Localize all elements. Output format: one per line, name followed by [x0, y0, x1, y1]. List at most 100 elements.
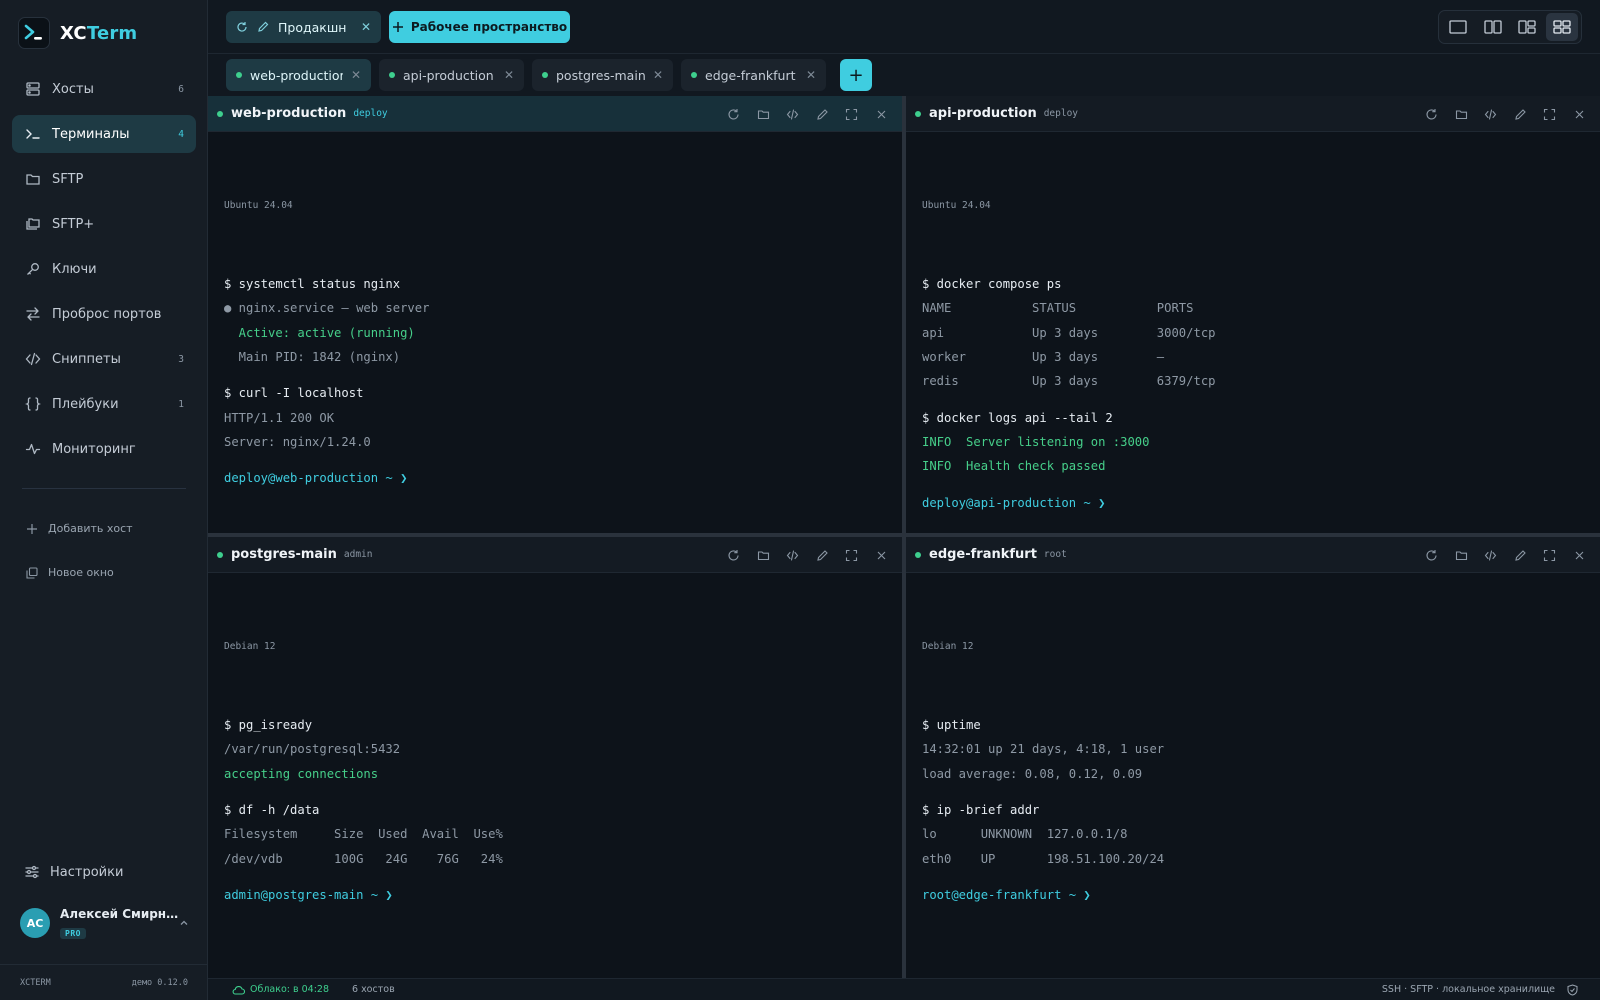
maximize-icon[interactable] — [1535, 100, 1565, 128]
output-line: INFO Server listening on :3000 — [922, 434, 1150, 449]
reconnect-icon[interactable] — [719, 100, 749, 128]
sidebar-item-label: Ключи — [52, 261, 97, 277]
close-icon[interactable] — [867, 541, 897, 569]
edit-icon[interactable] — [257, 21, 269, 33]
sidebar-item-terminals[interactable]: Терминалы 4 — [12, 115, 196, 153]
maximize-icon[interactable] — [837, 100, 867, 128]
close-icon[interactable]: ✕ — [351, 68, 361, 82]
plan-badge: PRO — [60, 927, 86, 939]
sidebar-item-playbooks[interactable]: Плейбуки 1 — [12, 385, 196, 423]
refresh-icon[interactable] — [236, 21, 248, 33]
code-icon[interactable] — [1476, 100, 1506, 128]
reconnect-icon[interactable] — [1417, 541, 1447, 569]
code-icon[interactable] — [1476, 541, 1506, 569]
pane-user: root — [1043, 549, 1067, 560]
output-line: 14:32:01 up 21 days, 4:18, 1 user — [922, 742, 1165, 757]
edit-icon[interactable] — [808, 541, 838, 569]
cloud-icon — [232, 985, 245, 995]
output-line: Server: nginx/1.24.0 — [224, 434, 371, 449]
sidebar-item-monitoring[interactable]: Мониторинг — [12, 430, 196, 468]
command-line: $ ip -brief addr — [922, 803, 1040, 818]
terminal-output[interactable]: Ubuntu 24.04 $ docker compose ps NAME STA… — [922, 144, 1590, 533]
app-logo: XCTerm — [18, 17, 137, 49]
code-icon[interactable] — [778, 541, 808, 569]
sidebar-item-snippets[interactable]: Сниппеты 3 — [12, 340, 196, 378]
key-icon — [24, 260, 42, 278]
layout-grid-icon — [1553, 20, 1571, 34]
pane-user: deploy — [353, 108, 388, 119]
app-name: XCTerm — [60, 22, 138, 44]
folder-icon[interactable] — [749, 100, 779, 128]
sidebar-item-label: Плейбуки — [52, 396, 119, 412]
close-icon[interactable] — [867, 100, 897, 128]
terminal-pane-api-production[interactable]: api-production deploy Ubuntu 24.04 $ doc… — [906, 96, 1600, 533]
close-icon[interactable] — [1565, 541, 1595, 569]
chevron-up-icon[interactable] — [178, 917, 192, 929]
reconnect-icon[interactable] — [1417, 100, 1447, 128]
new-tab-button[interactable]: + — [840, 59, 872, 91]
folder-icon — [24, 170, 42, 188]
layout-three-button[interactable] — [1511, 13, 1544, 41]
settings-button[interactable]: Настройки — [12, 854, 196, 890]
command-line: $ curl -I localhost — [224, 386, 364, 401]
tab-postgres-main[interactable]: postgres-main ✕ — [532, 59, 673, 91]
sidebar-item-label: Хосты — [52, 81, 94, 97]
code-icon[interactable] — [778, 100, 808, 128]
add-host-button[interactable]: Добавить хост — [26, 522, 133, 535]
add-workspace-button[interactable]: Рабочее пространство — [389, 11, 570, 43]
close-icon[interactable] — [1565, 100, 1595, 128]
folder-icon[interactable] — [749, 541, 779, 569]
terminal-output[interactable]: Ubuntu 24.04 $ systemctl status nginx ● n… — [224, 144, 892, 533]
arrows-icon — [24, 305, 42, 323]
output-line: redis Up 3 days 6379/tcp — [922, 374, 1216, 389]
sidebar: XCTerm Хосты 6 Терминалы 4 SFTP SFTP+ Кл… — [0, 0, 208, 1000]
sidebar-item-port-forwarding[interactable]: Проброс портов — [12, 295, 196, 333]
terminal-pane-postgres-main[interactable]: postgres-main admin Debian 12 $ pg_isrea… — [208, 537, 902, 978]
close-icon[interactable]: ✕ — [806, 68, 816, 82]
terminal-pane-web-production[interactable]: web-production deploy Ubuntu 24.04 $ sys… — [208, 96, 902, 533]
maximize-icon[interactable] — [1535, 541, 1565, 569]
edit-icon[interactable] — [808, 100, 838, 128]
shield-check-icon — [1567, 983, 1578, 996]
pane-user: deploy — [1043, 108, 1079, 119]
layout-columns-button[interactable] — [1477, 13, 1510, 41]
close-icon[interactable]: ✕ — [653, 68, 663, 82]
cloud-sync-status[interactable]: Облако: в 04:28 — [232, 984, 329, 995]
os-label: Debian 12 — [224, 640, 276, 652]
sidebar-item-keys[interactable]: Ключи — [12, 250, 196, 288]
tab-web-production[interactable]: web-production ✕ — [226, 59, 371, 91]
folder-icon[interactable] — [1447, 100, 1477, 128]
status-dot — [217, 551, 223, 558]
folder-icon[interactable] — [1447, 541, 1477, 569]
sidebar-item-sftp-plus[interactable]: SFTP+ — [12, 205, 196, 243]
sidebar-item-label: Сниппеты — [52, 351, 121, 367]
workspace-name: Продакшн — [278, 19, 347, 35]
workspace-tab[interactable]: Продакшн ✕ — [226, 11, 381, 43]
edit-icon[interactable] — [1506, 100, 1536, 128]
close-icon[interactable]: ✕ — [504, 68, 514, 82]
user-profile[interactable]: АС Алексей Смирн… PRO — [20, 906, 192, 940]
tab-api-production[interactable]: api-production ✕ — [379, 59, 524, 91]
layout-grid-button[interactable] — [1545, 13, 1578, 41]
terminal-output[interactable]: Debian 12 $ pg_isready/var/run/postgresq… — [224, 585, 892, 956]
terminal-lines: $ systemctl status nginx ● nginx.service … — [224, 272, 892, 490]
reconnect-icon[interactable] — [719, 541, 749, 569]
tab-edge-frankfurt[interactable]: edge-frankfurt ✕ — [681, 59, 826, 91]
status-dot — [389, 72, 395, 78]
new-window-button[interactable]: Новое окно — [26, 566, 114, 579]
terminal-pane-edge-frankfurt[interactable]: edge-frankfurt root Debian 12 $ uptime 14… — [906, 537, 1600, 978]
edit-icon[interactable] — [1506, 541, 1536, 569]
sidebar-item-count: 3 — [178, 353, 184, 365]
close-icon[interactable]: ✕ — [361, 20, 371, 34]
terminal-output[interactable]: Debian 12 $ uptime 14:32:01 up 21 days, 4… — [922, 585, 1590, 956]
maximize-icon[interactable] — [837, 541, 867, 569]
plus-icon: + — [848, 64, 864, 86]
sidebar-item-sftp[interactable]: SFTP — [12, 160, 196, 198]
sidebar-item-hosts[interactable]: Хосты 6 — [12, 70, 196, 108]
layout-single-button[interactable] — [1442, 13, 1475, 41]
pane-title: postgres-main — [231, 547, 337, 562]
